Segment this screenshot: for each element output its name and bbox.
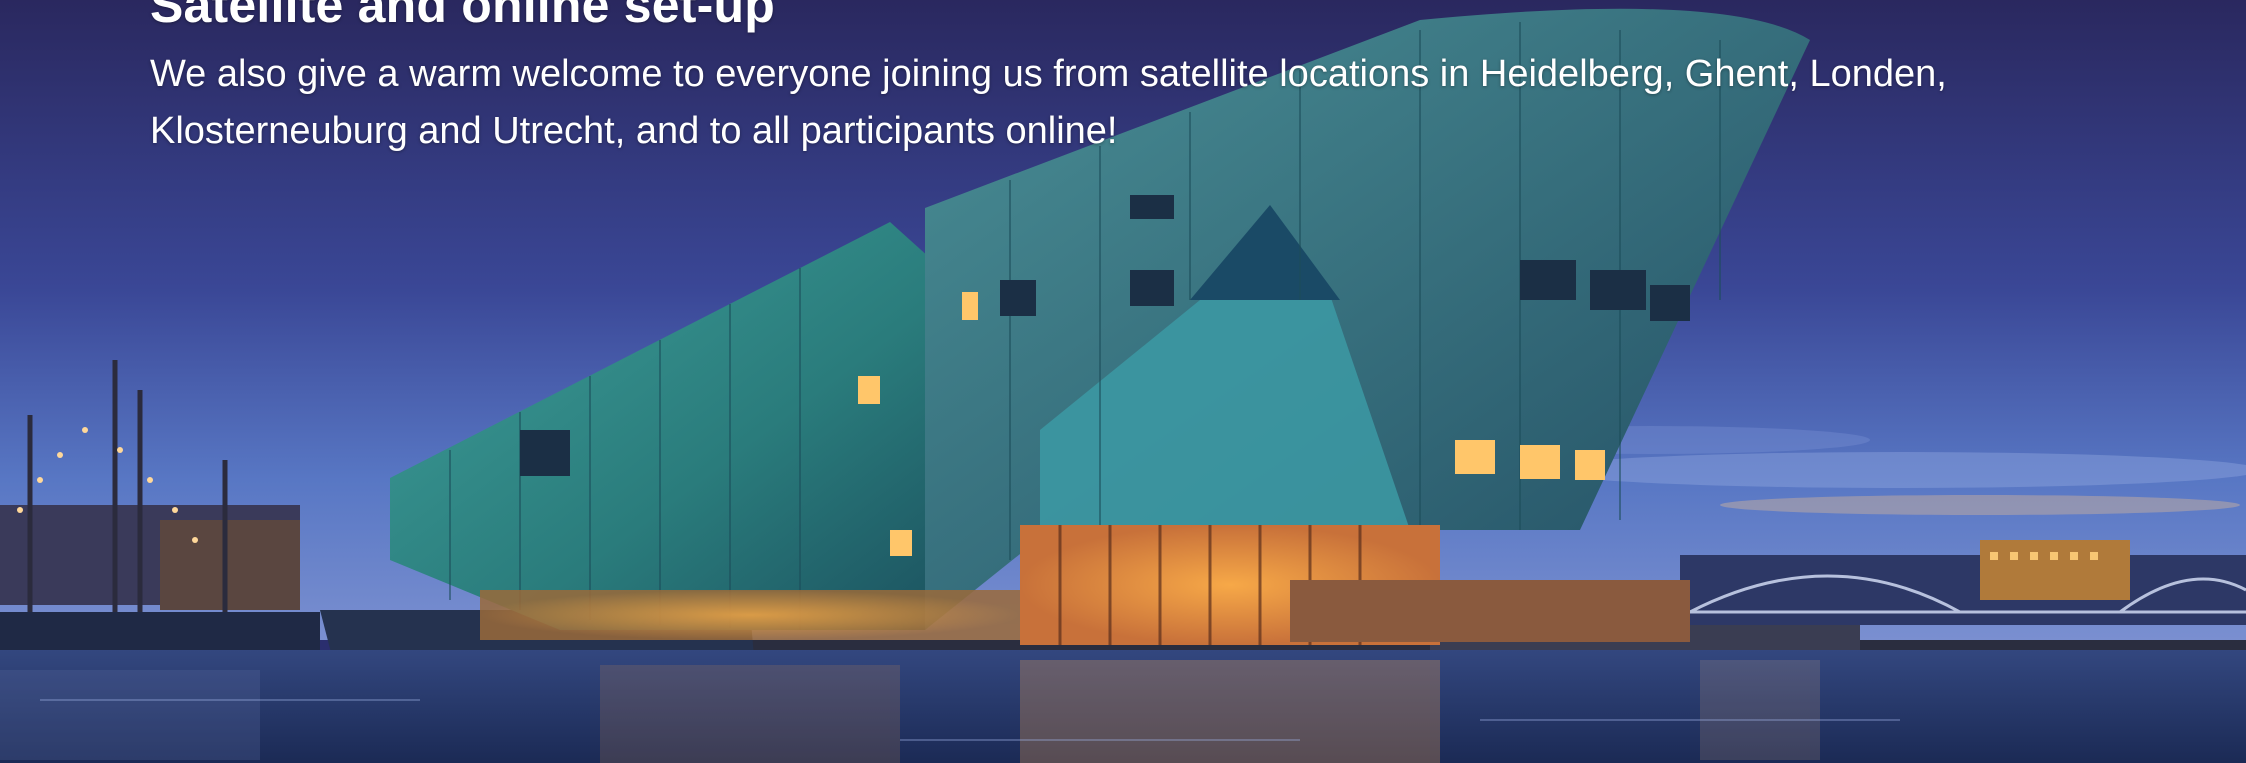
section-body: We also give a warm welcome to everyone … xyxy=(150,53,1947,152)
section-heading: Satellite and online set-up xyxy=(150,0,775,33)
text-overlay: Satellite and online set-up We also give… xyxy=(150,0,2050,160)
